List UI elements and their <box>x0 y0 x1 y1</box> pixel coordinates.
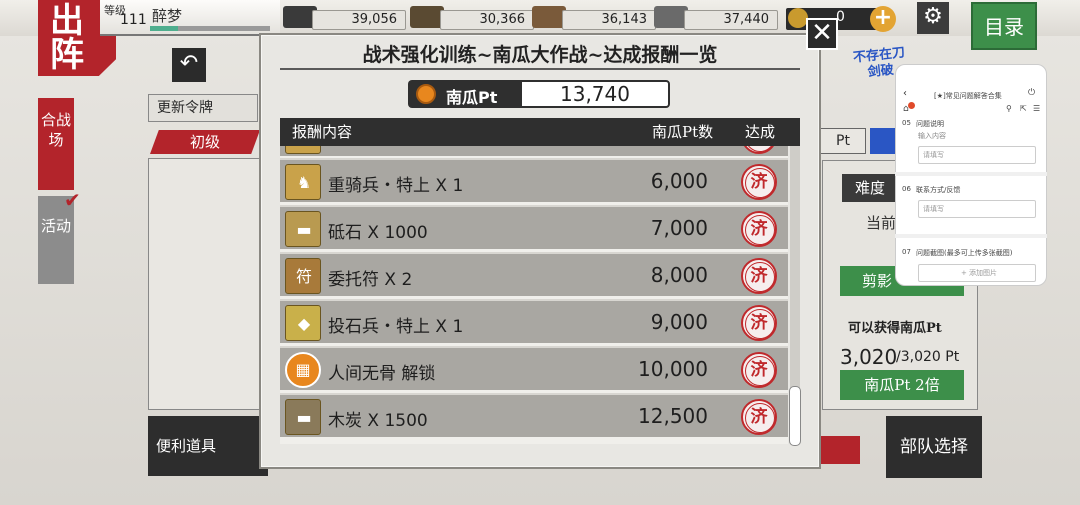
user-icon[interactable]: ⚲ <box>1006 104 1012 113</box>
resource-charcoal: 39,056 <box>312 10 406 30</box>
reward-name: 人间无骨 解锁 <box>328 364 436 384</box>
achieved-stamp: 济 <box>741 146 777 154</box>
resource-whetstone: 37,440 <box>684 10 778 30</box>
request-charm-icon: 符 <box>285 258 321 294</box>
back-arrow-icon[interactable]: ↶ <box>172 48 206 82</box>
squad-select-button[interactable]: 部队选择 <box>886 416 982 478</box>
table-header <box>280 118 800 146</box>
check-mark-icon: ✔ <box>64 188 81 212</box>
achieved-stamp: 济 <box>741 258 777 294</box>
chevron-left-icon[interactable]: ‹ <box>903 88 907 99</box>
achieved-stamp: 济 <box>741 399 777 435</box>
exp-bar-fill <box>150 26 178 31</box>
cooling-material-icon <box>532 6 566 28</box>
mini-item-num: 06 <box>902 185 911 193</box>
red-tag <box>818 436 860 464</box>
table-row: 符 委托符 X 2 8,000 济 <box>280 252 788 296</box>
reward-list[interactable]: 济 ♞ 重骑兵・特上 X 1 6,000 济 ▬ 砥石 X 1000 7,000… <box>280 146 788 444</box>
charcoal-icon: ▬ <box>285 399 321 435</box>
level-value: 111 <box>120 12 147 28</box>
power-icon[interactable]: ⏻ <box>1028 88 1035 98</box>
reward-pt: 6,000 <box>650 169 708 193</box>
convenient-items-button[interactable]: 便利道具 <box>148 416 268 476</box>
column-header-content: 报酬内容 <box>292 123 353 141</box>
grid-unlock-icon: ▦ <box>285 352 321 388</box>
heavy-cavalry-icon: ♞ <box>285 164 321 200</box>
achieved-stamp: 济 <box>741 352 777 388</box>
mini-divider <box>895 172 1047 176</box>
pt-max: /3,020 Pt <box>896 349 960 365</box>
resource-steel: 30,366 <box>440 10 534 30</box>
mini-item-sub: 输入内容 <box>918 132 946 140</box>
right-pt-label: Pt <box>820 128 866 154</box>
table-row: ▬ 砥石 X 1000 7,000 济 <box>280 205 788 249</box>
modal-title: 战术强化训练~南瓜大作战~达成报酬一览 <box>362 44 718 66</box>
mini-item-label: 问题截图(最多可上传多张截图) <box>916 249 1013 257</box>
steel-icon <box>410 6 444 28</box>
whetstone-icon: ▬ <box>285 211 321 247</box>
table-row: ◆ 投石兵・特上 X 1 9,000 济 <box>280 299 788 343</box>
mini-input-field[interactable]: 请填写 <box>918 146 1036 164</box>
pumpkin-pt-value: 13,740 <box>520 80 670 108</box>
mini-item-num: 07 <box>902 248 911 256</box>
notification-dot <box>908 102 915 109</box>
reward-name: 重骑兵・特上 X 1 <box>328 176 464 196</box>
menu-icon[interactable]: ☰ <box>1033 104 1040 113</box>
title-divider <box>280 68 800 70</box>
achieved-stamp: 济 <box>741 211 777 247</box>
reward-pt: 12,500 <box>638 404 708 428</box>
table-row: ▦ 人间无骨 解锁 10,000 济 <box>280 346 788 390</box>
gear-icon[interactable]: ⚙ <box>917 2 949 34</box>
whetstone-icon <box>654 6 688 28</box>
update-token-label[interactable]: 更新令牌 <box>148 94 258 122</box>
reward-name: 投石兵・特上 X 1 <box>328 317 464 337</box>
column-header-achieved: 达成 <box>745 123 776 141</box>
mini-title: [★]常见问题解答合集 <box>934 92 1002 100</box>
current-label: 当前 <box>866 214 897 232</box>
pumpkin-pt-label: 南瓜Pt <box>446 88 498 107</box>
reward-pt: 8,000 <box>650 263 708 287</box>
can-get-label: 可以获得南瓜Pt <box>848 321 942 336</box>
table-row: ♞ 重骑兵・特上 X 1 6,000 济 <box>280 158 788 202</box>
reward-name: 砥石 X 1000 <box>328 223 428 243</box>
achieved-stamp: 济 <box>741 164 777 200</box>
scrollbar-thumb[interactable] <box>789 386 801 446</box>
double-pt-button[interactable]: 南瓜Pt 2倍 <box>840 370 964 400</box>
mini-item-label: 联系方式/反馈 <box>916 186 961 194</box>
pt-current: 3,020 <box>840 345 898 369</box>
close-icon[interactable]: ✕ <box>806 18 838 50</box>
mini-item-label: 问题说明 <box>916 120 944 128</box>
menu-button[interactable]: 目录 <box>971 2 1037 50</box>
mini-item-num: 05 <box>902 119 911 127</box>
reward-pt: 9,000 <box>650 310 708 334</box>
reward-name: 木炭 X 1500 <box>328 411 428 431</box>
pumpkin-icon <box>416 84 436 104</box>
reward-pt: 10,000 <box>638 357 708 381</box>
difficulty-label: 难度 <box>842 174 898 202</box>
tab-beginner[interactable]: 初级 <box>150 130 260 154</box>
left-main-panel <box>148 158 268 410</box>
reward-name: 委托符 X 2 <box>328 270 413 290</box>
right-blue-tab[interactable] <box>870 128 898 154</box>
reward-pt: 7,000 <box>650 216 708 240</box>
partial-reward-icon <box>285 146 321 154</box>
mini-divider <box>895 234 1047 238</box>
resource-cooling-material: 36,143 <box>562 10 656 30</box>
table-row: 济 <box>280 146 788 156</box>
share-icon[interactable]: ⇱ <box>1020 104 1027 113</box>
home-icon[interactable]: ⌂ <box>903 104 909 114</box>
coin-icon <box>788 8 808 28</box>
table-row: ▬ 木炭 X 1500 12,500 济 <box>280 393 788 437</box>
stone-thrower-icon: ◆ <box>285 305 321 341</box>
mini-input-field[interactable]: 请填写 <box>918 200 1036 218</box>
player-name: 醉梦 <box>152 7 183 25</box>
add-coin-button[interactable]: + <box>870 6 896 32</box>
side-tab-gassenba[interactable]: 合战场 <box>38 98 74 190</box>
mini-add-image-button[interactable]: + 添加图片 <box>918 264 1036 282</box>
column-header-pt: 南瓜Pt数 <box>652 123 714 141</box>
achieved-stamp: 济 <box>741 305 777 341</box>
